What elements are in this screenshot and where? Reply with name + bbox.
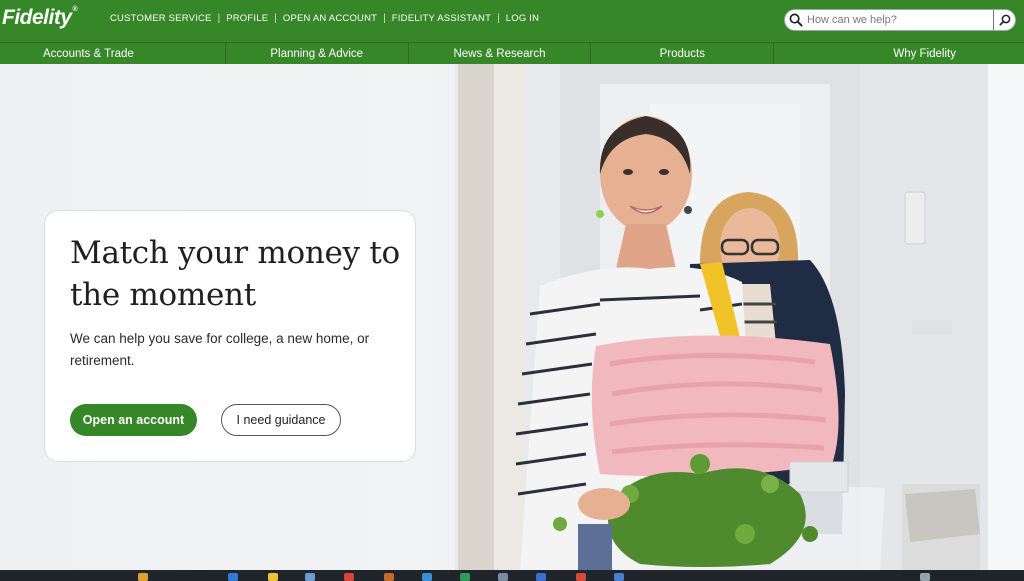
os-taskbar (0, 570, 1024, 581)
search-box (784, 9, 1016, 31)
need-guidance-button[interactable]: I need guidance (221, 404, 341, 436)
hero-headline: Match your money to the moment (70, 235, 400, 313)
customer-service-link[interactable]: CUSTOMER SERVICE (110, 13, 212, 24)
search-submit-icon[interactable] (993, 10, 1015, 30)
nav-news-research[interactable]: News & Research (409, 43, 592, 64)
logo-text: Fidelity (2, 6, 72, 29)
hero-subtext: We can help you save for college, a new … (70, 331, 370, 368)
taskbar-app-icon[interactable] (344, 573, 354, 581)
taskbar-app-icon[interactable] (614, 573, 624, 581)
taskbar-app-icon[interactable] (138, 573, 148, 581)
main-navigation: Accounts & Trade Planning & Advice News … (0, 42, 1024, 64)
taskbar-app-icon[interactable] (536, 573, 546, 581)
taskbar-app-icon[interactable] (384, 573, 394, 581)
separator: | (274, 13, 277, 24)
separator: | (383, 13, 386, 24)
trademark: ® (72, 6, 78, 13)
nav-products[interactable]: Products (591, 43, 775, 64)
taskbar-app-icon[interactable] (228, 573, 238, 581)
open-account-link[interactable]: OPEN AN ACCOUNT (283, 13, 377, 24)
nav-why-fidelity[interactable]: Why Fidelity (774, 43, 1024, 64)
hero-card: Match your money to the moment We can he… (44, 210, 416, 462)
search-icon (785, 10, 807, 30)
profile-link[interactable]: PROFILE (226, 13, 268, 24)
taskbar-app-icon[interactable] (460, 573, 470, 581)
hero-banner: Match your money to the moment We can he… (0, 64, 1024, 570)
separator: | (497, 13, 500, 24)
utility-links: CUSTOMER SERVICE | PROFILE | OPEN AN ACC… (110, 13, 539, 24)
top-utility-bar: Fidelity® CUSTOMER SERVICE | PROFILE | O… (0, 0, 1024, 42)
taskbar-app-icon[interactable] (422, 573, 432, 581)
log-in-link[interactable]: LOG IN (506, 13, 539, 24)
search-input[interactable] (807, 11, 993, 29)
nav-accounts-trade[interactable]: Accounts & Trade (0, 43, 226, 64)
separator: | (217, 13, 221, 24)
fidelity-assistant-link[interactable]: FIDELITY ASSISTANT (392, 13, 491, 24)
nav-planning-advice[interactable]: Planning & Advice (226, 43, 409, 64)
taskbar-app-icon[interactable] (305, 573, 315, 581)
taskbar-app-icon[interactable] (268, 573, 278, 581)
taskbar-app-icon[interactable] (498, 573, 508, 581)
taskbar-app-icon[interactable] (576, 573, 586, 581)
fidelity-logo[interactable]: Fidelity® (2, 6, 78, 30)
taskbar-tray-icon[interactable] (920, 573, 930, 581)
open-account-button[interactable]: Open an account (70, 404, 197, 436)
